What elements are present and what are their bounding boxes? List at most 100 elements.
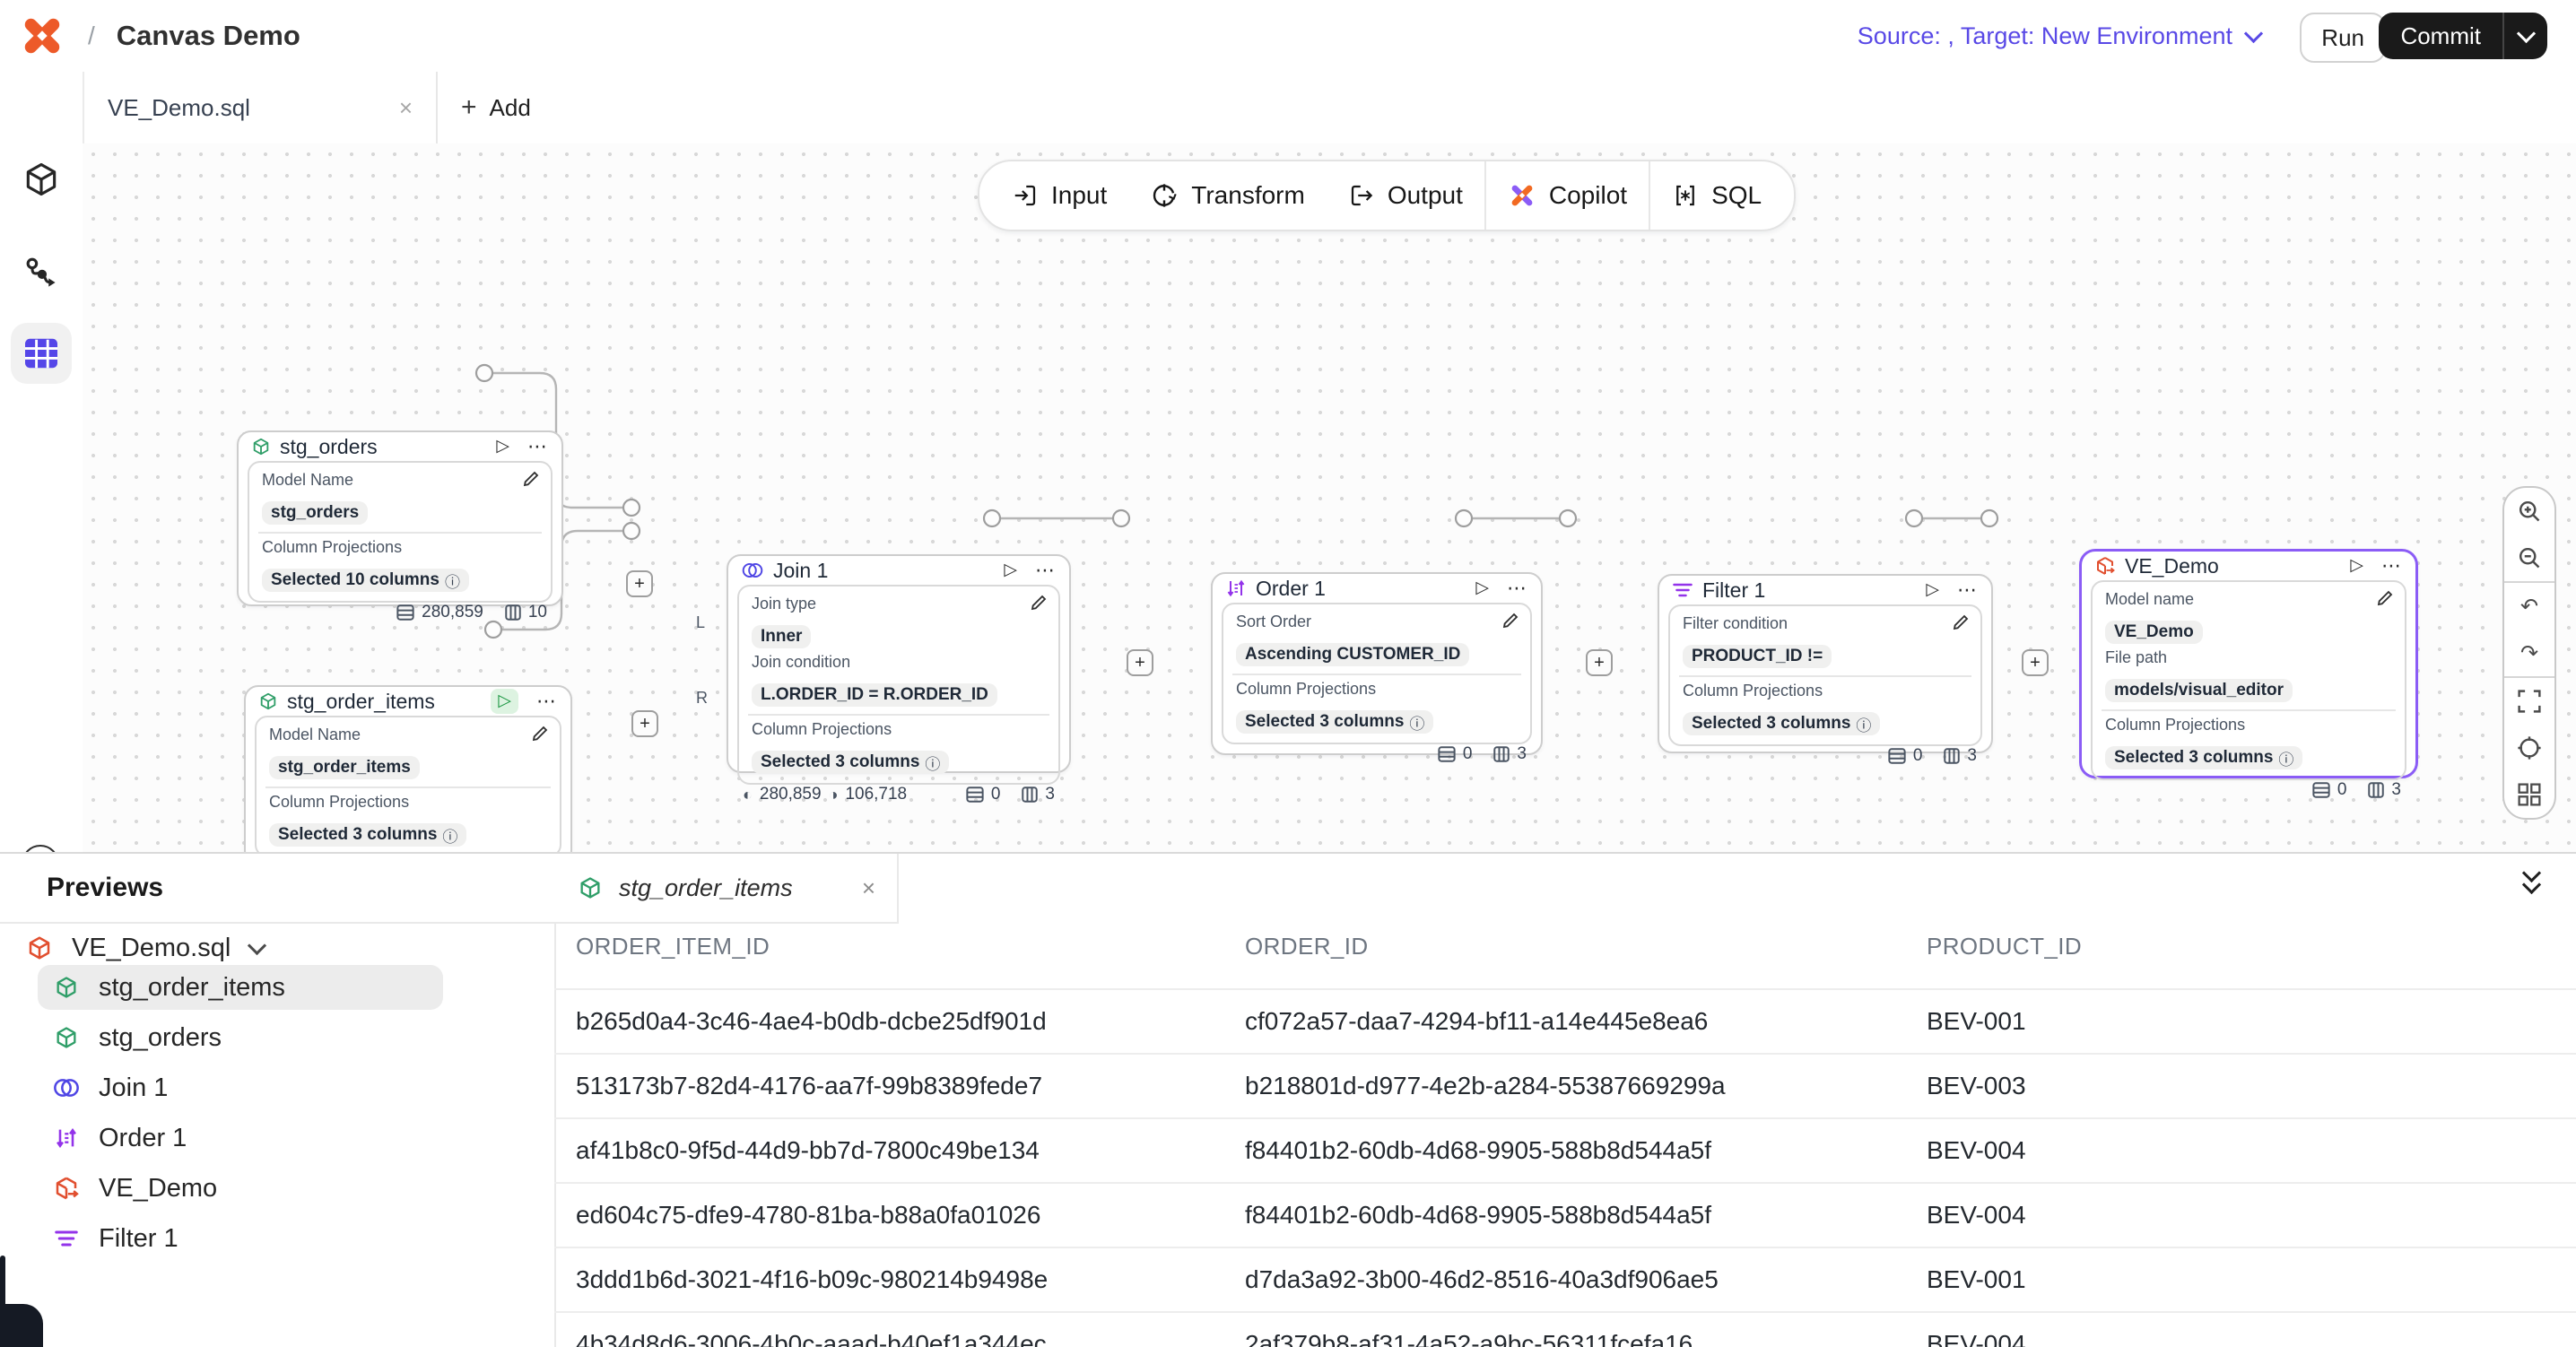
node-filter-1[interactable]: Filter 1 ▷ ⋯ Filter condition PRODUCT_ID…	[1658, 574, 1993, 753]
edit-icon[interactable]	[1501, 612, 1519, 630]
output-port[interactable]	[1906, 510, 1922, 526]
collapse-panel-button[interactable]	[2525, 872, 2538, 891]
center-target-button[interactable]	[2504, 725, 2554, 771]
table-row[interactable]: 4b34d8d6-3006-4b0c-aaad-b40ef1a344ec 2af…	[554, 1313, 2576, 1347]
fit-view-button[interactable]	[2504, 678, 2554, 725]
edit-icon[interactable]	[1030, 594, 1048, 612]
zoom-in-button[interactable]	[2504, 488, 2554, 534]
edge-add-button[interactable]: +	[1586, 649, 1613, 676]
row-count: 0	[1913, 746, 1923, 766]
edge-add-button[interactable]: +	[631, 710, 658, 737]
edge-add-button[interactable]: +	[626, 570, 653, 597]
table-row[interactable]: 513173b7-82d4-4176-aa7f-99b8389fede7 b21…	[554, 1055, 2576, 1119]
tree-item-ve-demo[interactable]: VE_Demo	[0, 1166, 540, 1211]
projections-value[interactable]: Selected 3 columnsⓘ	[1236, 710, 1433, 734]
model-name-value[interactable]: stg_orders	[262, 501, 368, 525]
chat-widget-button[interactable]	[0, 1304, 43, 1347]
tree-item-join-1[interactable]: Join 1	[0, 1065, 540, 1110]
node-menu-button[interactable]: ⋯	[527, 435, 549, 458]
tree-item-filter-1[interactable]: Filter 1	[0, 1216, 540, 1261]
table-row[interactable]: 3ddd1b6d-3021-4f16-b09c-980214b9498e d7d…	[554, 1248, 2576, 1313]
table-row[interactable]: b265d0a4-3c46-4ae4-b0db-dcbe25df901d cf0…	[554, 990, 2576, 1055]
layout-grid-button[interactable]	[2504, 771, 2554, 818]
node-menu-button[interactable]: ⋯	[2381, 554, 2403, 578]
output-port[interactable]	[476, 365, 492, 381]
sidebar-item-models[interactable]	[11, 149, 72, 210]
tab-label: VE_Demo.sql	[108, 94, 399, 122]
close-icon[interactable]: ×	[862, 874, 875, 902]
node-ve-demo[interactable]: VE_Demo ▷ ⋯ Model name VE_Demo File path…	[2079, 549, 2418, 778]
tree-item-ve-demo-sql[interactable]: VE_Demo.sql	[0, 926, 540, 970]
play-button[interactable]: ▷	[1926, 578, 1939, 603]
edge-add-button[interactable]: +	[1127, 649, 1153, 676]
zoom-out-button[interactable]	[2504, 534, 2554, 581]
node-menu-button[interactable]: ⋯	[536, 690, 558, 713]
projections-value[interactable]: Selected 10 columnsⓘ	[262, 569, 469, 592]
edit-icon[interactable]	[2376, 589, 2394, 607]
play-button[interactable]: ▷	[496, 434, 509, 459]
sidebar-item-table-preview[interactable]	[11, 323, 72, 384]
projections-value[interactable]: Selected 3 columnsⓘ	[752, 751, 949, 774]
projections-value[interactable]: Selected 3 columnsⓘ	[2105, 746, 2302, 769]
file-path-value[interactable]: models/visual_editor	[2105, 679, 2293, 702]
sidebar-item-lineage[interactable]	[11, 242, 72, 303]
output-port[interactable]	[984, 510, 1000, 526]
play-button[interactable]: ▷	[491, 689, 518, 714]
table-row[interactable]: af41b8c0-9f5d-44d9-bb7d-7800c49be134 f84…	[554, 1119, 2576, 1184]
table-row[interactable]: ed604c75-dfe9-4780-81ba-b88a0fa01026 f84…	[554, 1184, 2576, 1248]
input-port[interactable]	[1113, 510, 1129, 526]
node-stg-order-items[interactable]: stg_order_items ▷ ⋯ Model Name stg_order…	[244, 685, 572, 852]
close-icon[interactable]: ×	[399, 94, 413, 122]
undo-button[interactable]: ↶	[2504, 583, 2554, 630]
tab-ve-demo-sql[interactable]: VE_Demo.sql ×	[83, 72, 438, 143]
filter-condition-value[interactable]: PRODUCT_ID !=	[1683, 645, 1832, 668]
column-header[interactable]: ORDER_ID	[1245, 933, 1369, 960]
model-name-value[interactable]: stg_order_items	[269, 756, 420, 779]
sort-order-value[interactable]: Ascending CUSTOMER_ID	[1236, 643, 1469, 666]
tree-item-stg-orders[interactable]: stg_orders	[0, 1015, 540, 1060]
copilot-tool-button[interactable]: Copilot	[1486, 161, 1649, 230]
column-header[interactable]: ORDER_ITEM_ID	[576, 933, 770, 960]
node-join-1[interactable]: Join 1 ▷ ⋯ Join type Inner Join conditio…	[727, 554, 1071, 773]
sql-tool-button[interactable]: SQL	[1650, 161, 1783, 230]
tree-item-order-1[interactable]: Order 1	[0, 1116, 540, 1160]
node-menu-button[interactable]: ⋯	[1035, 559, 1057, 582]
app-logo-icon[interactable]	[20, 13, 65, 58]
play-button[interactable]: ▷	[2350, 553, 2363, 578]
run-button[interactable]: Run	[2300, 13, 2386, 63]
node-title: stg_orders	[280, 435, 487, 459]
input-port[interactable]	[1560, 510, 1576, 526]
projections-value[interactable]: Selected 3 columnsⓘ	[1683, 712, 1880, 735]
projections-value[interactable]: Selected 3 columnsⓘ	[269, 823, 466, 847]
node-menu-button[interactable]: ⋯	[1957, 578, 1979, 602]
output-port[interactable]	[1456, 510, 1472, 526]
input-port[interactable]	[1981, 510, 1997, 526]
model-name-value[interactable]: VE_Demo	[2105, 621, 2203, 644]
cell-order-item-id: b265d0a4-3c46-4ae4-b0db-dcbe25df901d	[576, 990, 1047, 1053]
output-tool-button[interactable]: Output	[1327, 161, 1484, 230]
join-type-value[interactable]: Inner	[752, 625, 811, 648]
edit-icon[interactable]	[1952, 613, 1970, 631]
edge-add-button[interactable]: +	[2022, 649, 2049, 676]
edit-icon[interactable]	[531, 725, 549, 743]
redo-button[interactable]: ↷	[2504, 630, 2554, 676]
node-stg-orders[interactable]: stg_orders ▷ ⋯ Model Name stg_orders Col…	[237, 430, 563, 606]
join-condition-value[interactable]: L.ORDER_ID = R.ORDER_ID	[752, 683, 997, 707]
node-menu-button[interactable]: ⋯	[1507, 577, 1528, 600]
play-button[interactable]: ▷	[1475, 576, 1489, 601]
input-port-left[interactable]	[623, 500, 640, 516]
commit-button[interactable]: Commit	[2379, 13, 2502, 59]
add-tab-button[interactable]: + Add	[461, 72, 531, 143]
tree-item-stg-order-items[interactable]: stg_order_items	[38, 965, 443, 1010]
edit-icon[interactable]	[522, 470, 540, 488]
input-tool-button[interactable]: Input	[990, 161, 1128, 230]
input-port-right[interactable]	[623, 523, 640, 539]
transform-tool-button[interactable]: Transform	[1128, 161, 1327, 230]
commit-dropdown-button[interactable]	[2502, 13, 2547, 59]
environment-selector[interactable]: Source: , Target: New Environment	[1858, 0, 2260, 72]
preview-tab-stg-order-items[interactable]: stg_order_items ×	[554, 854, 899, 924]
pipeline-canvas[interactable]: Input Transform Output	[83, 143, 2576, 852]
column-header[interactable]: PRODUCT_ID	[1927, 933, 2082, 960]
play-button[interactable]: ▷	[1004, 558, 1017, 583]
node-order-1[interactable]: Order 1 ▷ ⋯ Sort Order Ascending CUSTOME…	[1211, 572, 1543, 755]
